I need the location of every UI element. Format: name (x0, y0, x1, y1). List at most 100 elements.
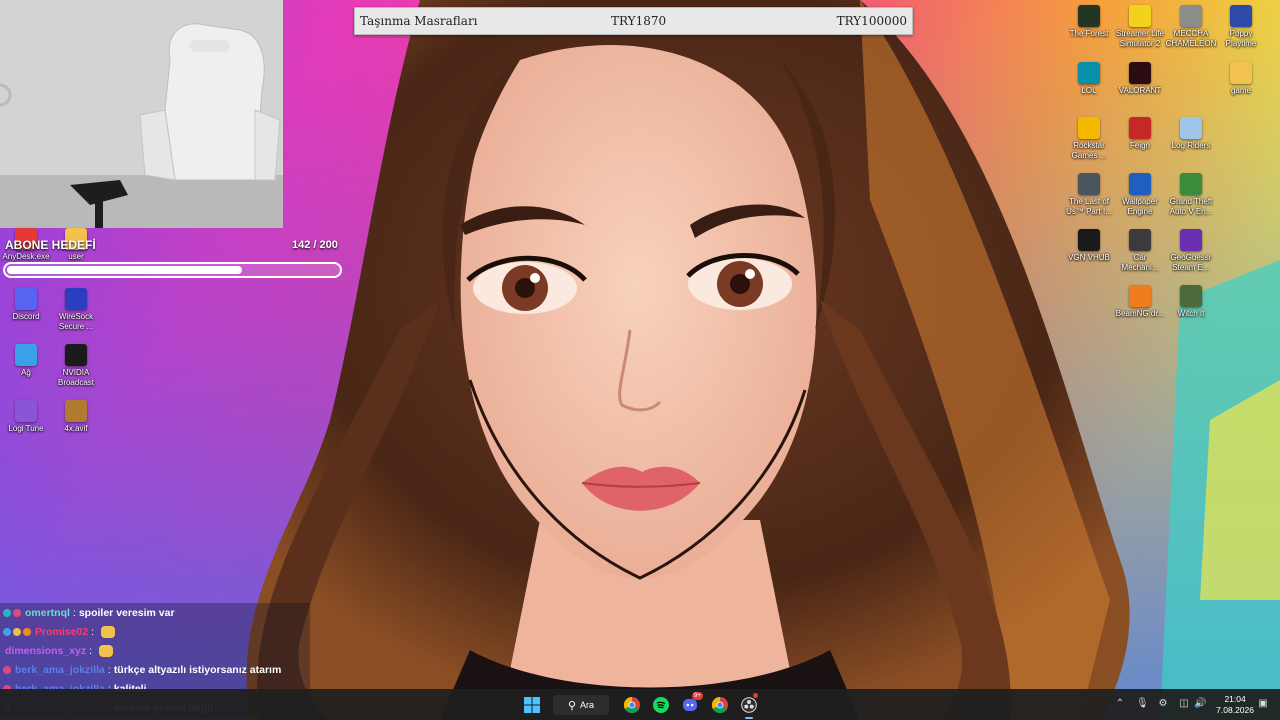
chat-username[interactable]: berk_ama_jokzilla (15, 664, 105, 676)
network-icon (15, 344, 37, 366)
clock-time: 21:04 (1224, 694, 1246, 704)
desktop-icon-label: Rockstar Games ... (1071, 141, 1107, 160)
notification-bell-icon[interactable]: ▣ (1257, 698, 1269, 710)
chat-username[interactable]: omertnql (25, 607, 70, 619)
witch-it-icon (1180, 285, 1202, 307)
car-mechanic-icon (1129, 229, 1151, 251)
taskbar-search-button[interactable]: ⚲ Ara (553, 695, 609, 715)
chat-badge-icon (3, 608, 11, 617)
desktop-icon-label: WireSock Secure ... (58, 312, 94, 331)
desktop-icon-logi-tune[interactable]: Logi Tune (0, 400, 52, 434)
chat-separator: : (89, 644, 93, 657)
webcam-overlay (0, 0, 283, 228)
desktop-icon-car-mechani[interactable]: Car Mechani... (1114, 229, 1166, 273)
chat-badge-icon (3, 627, 11, 636)
desktop-icon-witch-it[interactable]: Witch It (1165, 285, 1217, 319)
system-clock[interactable]: 21:04 7.08.2026 (1216, 694, 1254, 716)
feign-icon (1129, 117, 1151, 139)
desktop-icon-meccha-chameleon[interactable]: MECCHA CHAMELEON (1165, 5, 1217, 49)
desktop-icon-label: Logi Tune (8, 424, 44, 433)
desktop-icon-label: LOL (1081, 86, 1097, 95)
chat-badge-icon (23, 627, 31, 636)
desktop-icon-beamng-dr[interactable]: BeamNG.dr... (1114, 285, 1166, 319)
logitune-icon (15, 400, 37, 422)
chat-emote-icon (101, 625, 116, 638)
desktop-icon-discord[interactable]: Discord (0, 288, 52, 322)
desktop-icon-nvidia-broadcast[interactable]: NVIDIA Broadcast (50, 344, 102, 388)
image-file-icon (65, 400, 87, 422)
chat-message: omertnql: spoiler veresim var (0, 603, 310, 622)
nvidia-icon (65, 344, 87, 366)
vpn-icon[interactable]: ⚙ (1157, 698, 1169, 710)
gta-v-icon (1180, 173, 1202, 195)
desktop-icon-lol[interactable]: LOL (1063, 62, 1115, 96)
donation-goal-amount: TRY100000 (836, 14, 907, 28)
desktop-icon-rockstar-games[interactable]: Rockstar Games ... (1063, 117, 1115, 161)
log-riders-icon (1180, 117, 1202, 139)
obs-icon[interactable] (740, 695, 758, 715)
active-app-indicator (745, 717, 753, 719)
desktop-icon-streamer-life-simulator-2[interactable]: Streamer Life Simulator 2 (1114, 5, 1166, 49)
desktop-icon-label: Poppy Playtime (1225, 29, 1257, 48)
microphone-icon[interactable]: 🎙 (1136, 698, 1149, 710)
desktop-icon-label: MECCHA CHAMELEON (1165, 29, 1217, 48)
chevron-up-icon[interactable]: ⌃ (1114, 698, 1126, 710)
chrome-icon[interactable] (623, 695, 641, 715)
chat-username[interactable]: Promise02 (35, 626, 88, 638)
desktop-icon-feign[interactable]: Feign (1114, 117, 1166, 151)
desktop-icon-label: Log Riders (1171, 141, 1211, 150)
windows-start-icon[interactable] (522, 695, 542, 715)
the-forest-icon (1078, 5, 1100, 27)
chat-separator: : (91, 625, 95, 638)
discord-icon (15, 288, 37, 310)
desktop-icon-a[interactable]: Ağ (0, 344, 52, 378)
donation-current-amount: TRY1870 (611, 14, 667, 28)
network-icon[interactable]: ◫ (1178, 698, 1190, 710)
sub-goal-title: ABONE HEDEFİ (5, 238, 96, 252)
desktop-icon-wiresock-secure[interactable]: WireSock Secure ... (50, 288, 102, 332)
gaming-chair-image (0, 0, 283, 228)
desktop-icon-label: The Forest (1069, 29, 1109, 38)
desktop-icon-the-forest[interactable]: The Forest (1063, 5, 1115, 39)
vgn-vhub-icon (1078, 229, 1100, 251)
desktop-icon-label: Streamer Life Simulator 2 (1115, 29, 1165, 48)
desktop-icon-label: Feign (1129, 141, 1150, 150)
desktop-icon-label: Discord (12, 312, 40, 321)
streamer-life-icon (1129, 5, 1151, 27)
desktop-icon-log-riders[interactable]: Log Riders (1165, 117, 1217, 151)
chat-separator: : (107, 663, 111, 676)
desktop-icon-label: Ağ (21, 368, 31, 377)
spotify-icon[interactable] (652, 695, 670, 715)
desktop-icon-label: AnyDesk.exe (2, 252, 50, 261)
desktop-icon-the-last-of-us-part-i[interactable]: The Last of Us™ Part I... (1063, 173, 1115, 217)
desktop-icon-label: 4x.avif (64, 424, 88, 433)
desktop-icon-game[interactable]: game (1215, 62, 1267, 96)
folder-icon (1230, 62, 1252, 84)
discord-notification-badge: 9+ (692, 692, 703, 700)
chat-badge-icon (3, 665, 11, 674)
chat-badge-icon (13, 608, 21, 617)
chat-message: berk_ama_jokzilla: türkçe altyazılı istiy… (0, 660, 310, 679)
search-icon: ⚲ (567, 699, 577, 712)
desktop-icon-vgn-vhub[interactable]: VGN VHUB (1063, 229, 1115, 263)
desktop-icon-4x-avif[interactable]: 4x.avif (50, 400, 102, 434)
donation-goal-banner: Taşınma Masrafları TRY1870 TRY100000 (354, 7, 913, 35)
chat-message: dimensions_xyz: (0, 641, 310, 660)
desktop-icon-label: VALORANT (1118, 86, 1162, 95)
desktop-icon-label: Wallpaper Engine (1122, 197, 1158, 216)
volume-icon[interactable]: 🔊 (1194, 698, 1206, 710)
desktop-icon-label: NVIDIA Broadcast (57, 368, 95, 387)
desktop-icon-poppy-playtime[interactable]: Poppy Playtime (1215, 5, 1267, 49)
desktop-icon-label: Car Mechani... (1121, 253, 1159, 272)
desktop-icon-valorant[interactable]: VALORANT (1114, 62, 1166, 96)
valorant-icon (1129, 62, 1151, 84)
desktop-icon-geoguessr-steam-e[interactable]: GeoGuessr Steam E... (1165, 229, 1217, 273)
desktop-icon-label: VGN VHUB (1068, 253, 1110, 262)
desktop-icon-grand-theft-auto-v-en[interactable]: Grand Theft Auto V En... (1165, 173, 1217, 217)
desktop-icon-label: The Last of Us™ Part I... (1066, 197, 1112, 216)
chat-username[interactable]: dimensions_xyz (5, 645, 86, 657)
desktop-icon-wallpaper-engine[interactable]: Wallpaper Engine (1114, 173, 1166, 217)
poppy-playtime-icon (1230, 5, 1252, 27)
chat-badge-icon (13, 627, 21, 636)
chrome-icon[interactable] (711, 695, 729, 715)
